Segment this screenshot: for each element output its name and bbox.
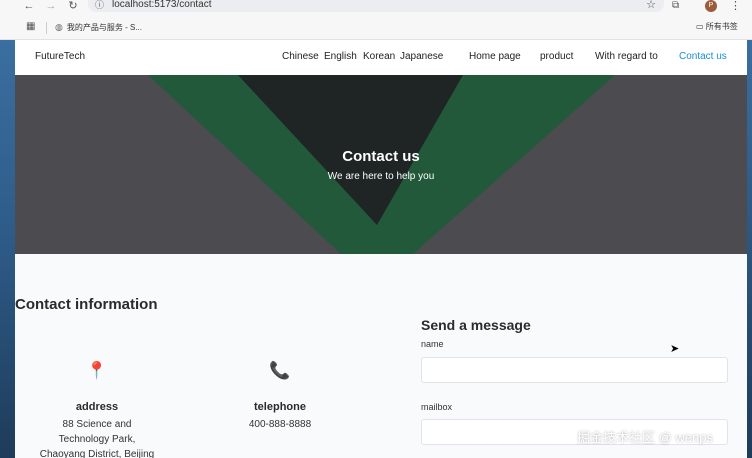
browser-toolbar: ← → ↻ ⓘ localhost:5173/contact ☆ ⧉ P ⋮ bbox=[0, 0, 752, 16]
bookmarks-bar: ▦ ◍ 我的产品与服务 - S... ▭ 所有书签 bbox=[0, 18, 752, 38]
telephone-value: 400-888-8888 bbox=[248, 419, 312, 430]
site-header: FutureTech Chinese English Korean Japane… bbox=[15, 40, 747, 75]
bookmarks-divider bbox=[46, 22, 47, 34]
name-input[interactable] bbox=[421, 357, 728, 383]
name-label: name bbox=[421, 339, 444, 349]
bookmark-item[interactable]: ◍ 我的产品与服务 - S... bbox=[55, 21, 142, 34]
bookmark-star-icon[interactable]: ☆ bbox=[646, 0, 656, 11]
hero-title: Contact us bbox=[342, 148, 420, 165]
bookmark-label: 我的产品与服务 - S... bbox=[66, 23, 142, 32]
profile-avatar[interactable]: P bbox=[705, 0, 717, 12]
address-bar[interactable]: ⓘ localhost:5173/contact ☆ bbox=[88, 0, 664, 12]
reload-icon[interactable]: ↻ bbox=[66, 0, 80, 12]
nav-home[interactable]: Home page bbox=[469, 51, 521, 62]
apps-grid-icon[interactable]: ▦ bbox=[26, 21, 35, 32]
lang-english[interactable]: English bbox=[324, 51, 357, 62]
lang-korean[interactable]: Korean bbox=[363, 51, 395, 62]
desktop-background-left bbox=[0, 40, 15, 458]
all-bookmarks-folder[interactable]: ▭ 所有书签 bbox=[696, 21, 738, 33]
address-line-3: Chaoyang District, Beijing bbox=[39, 449, 155, 458]
nav-product[interactable]: product bbox=[540, 51, 573, 62]
address-line-1: 88 Science and bbox=[62, 419, 132, 430]
hero-banner: Contact us We are here to help you bbox=[15, 75, 747, 254]
lang-chinese[interactable]: Chinese bbox=[282, 51, 319, 62]
telephone-icon: 📞 bbox=[269, 361, 291, 380]
map-pin-icon: 📍 bbox=[86, 361, 108, 380]
desktop-background-right bbox=[747, 40, 752, 458]
contact-info-title: Contact information bbox=[15, 296, 158, 313]
nav-contact[interactable]: Contact us bbox=[679, 51, 727, 62]
watermark: 掘金技术社区 @ wenps bbox=[577, 430, 713, 445]
lang-japanese[interactable]: Japanese bbox=[400, 51, 443, 62]
web-page: FutureTech Chinese English Korean Japane… bbox=[15, 40, 747, 458]
hero-subtitle: We are here to help you bbox=[327, 171, 435, 182]
send-message-title: Send a message bbox=[421, 317, 531, 333]
telephone-label: telephone bbox=[254, 401, 306, 413]
browser-menu-icon[interactable]: ⋮ bbox=[730, 0, 741, 12]
address-line-2: Technology Park, bbox=[58, 434, 136, 445]
mouse-cursor-icon: ➤ bbox=[670, 343, 680, 355]
brand-logo[interactable]: FutureTech bbox=[35, 51, 85, 62]
mailbox-label: mailbox bbox=[421, 402, 453, 412]
nav-about[interactable]: With regard to bbox=[595, 51, 658, 62]
all-bookmarks-label: 所有书签 bbox=[705, 22, 738, 31]
folder-icon: ▭ bbox=[696, 22, 706, 31]
forward-arrow-icon[interactable]: → bbox=[44, 0, 58, 12]
site-info-icon[interactable]: ⓘ bbox=[95, 0, 104, 11]
address-label: address bbox=[75, 401, 119, 413]
browser-chrome: ← → ↻ ⓘ localhost:5173/contact ☆ ⧉ P ⋮ ▦… bbox=[0, 0, 752, 40]
back-arrow-icon[interactable]: ← bbox=[22, 0, 36, 12]
extensions-icon[interactable]: ⧉ bbox=[672, 0, 679, 12]
globe-icon: ◍ bbox=[55, 22, 63, 32]
url-text: localhost:5173/contact bbox=[112, 0, 212, 10]
